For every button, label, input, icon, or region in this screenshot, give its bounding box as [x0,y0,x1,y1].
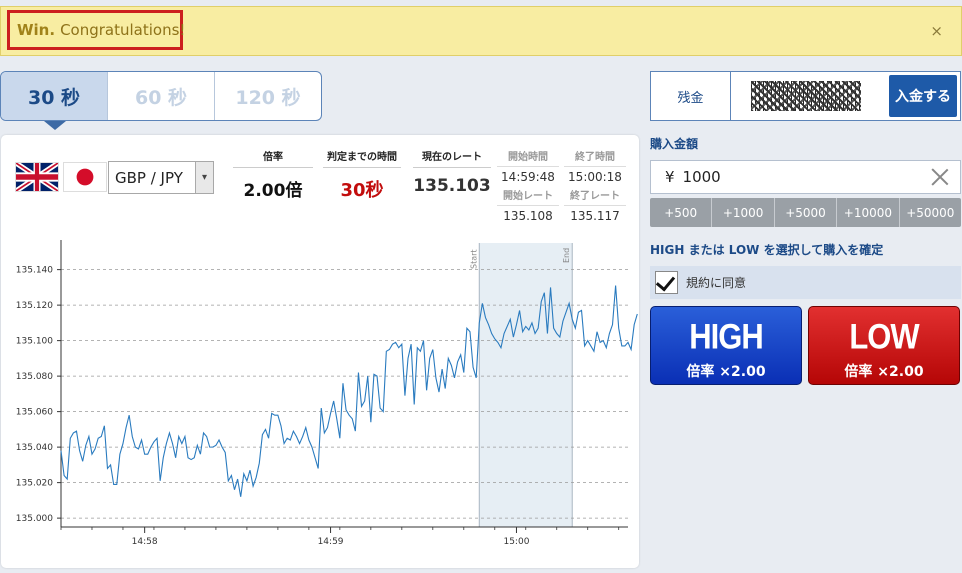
time-left-label: 判定までの時間 [323,148,401,168]
japan-flag-icon [63,162,107,192]
end-time-label: 終了時間 [564,148,626,167]
currency-flags [15,162,107,192]
low-button[interactable]: LOW 倍率 ×2.00 [808,306,960,385]
x-tick-label: 14:58 [132,537,158,547]
balance-value-obscured [751,81,861,111]
chevron-down-icon: ▾ [195,162,213,193]
purchase-amount-value[interactable]: 1000 [683,168,721,186]
agree-row: 規約に同意 [650,266,961,299]
tab-120-seconds[interactable]: 120 秒 [215,72,321,120]
start-time-value: 14:59:48 [501,170,555,184]
win-message-box: Win. Congratulations! [7,10,186,50]
currency-pair-select[interactable]: GBP / JPY ▾ [108,161,214,194]
y-tick-label: 135.040 [16,443,53,453]
deposit-button[interactable]: 入金する [889,75,957,117]
quick-amount-button[interactable]: +5000 [775,198,838,227]
payout-label: 倍率 [233,148,313,168]
confirm-instruction: HIGH または LOW を選択して購入を確定 [650,243,884,257]
current-rate-label: 現在のレート [413,148,491,168]
tab-30-seconds[interactable]: 30 秒 [1,72,108,120]
end-rate-value: 135.117 [564,205,626,223]
y-tick-label: 135.080 [16,372,53,382]
y-tick-label: 135.120 [16,301,53,311]
quick-amount-button[interactable]: +10000 [837,198,900,227]
y-tick-label: 135.100 [16,337,53,347]
chart-card: GBP / JPY ▾ 倍率 2.00倍 判定までの時間 30秒 現在のレート … [1,135,639,568]
start-time-stat: 開始時間 14:59:48 [497,148,559,184]
time-left-stat: 判定までの時間 30秒 [323,148,401,202]
payout-value: 2.00倍 [243,181,303,201]
tab-60-seconds[interactable]: 60 秒 [108,72,215,120]
end-rate-stat: 終了レート 135.117 [564,187,626,223]
win-banner: Win. Congratulations! × [0,6,962,56]
currency-symbol: ¥ [665,168,675,186]
start-time-label: 開始時間 [497,148,559,167]
agree-checkbox[interactable] [655,271,678,294]
y-tick-label: 135.140 [16,266,53,276]
quick-amount-buttons: +500 +1000 +5000 +10000 +50000 [650,198,961,227]
x-tick-label: 15:00 [503,537,529,547]
balance-box: 残金 入金する [650,71,961,121]
uk-flag-icon [15,162,59,192]
win-label: Win. [17,21,56,39]
quick-amount-button[interactable]: +500 [650,198,713,227]
y-tick-label: 135.060 [16,408,53,418]
time-left-value: 30秒 [340,180,384,201]
currency-pair-value: GBP / JPY [115,168,183,187]
end-time-stat: 終了時間 15:00:18 [564,148,626,184]
win-message: Congratulations! [60,21,186,39]
high-button-rate: 倍率 ×2.00 [686,364,766,380]
active-tab-pointer [44,121,66,130]
purchase-amount-title: 購入金額 [650,137,699,151]
quick-amount-button[interactable]: +50000 [900,198,961,227]
window-end-label: End [562,248,571,263]
purchase-amount-field[interactable]: ¥ 1000 [650,160,961,194]
current-rate-value: 135.103 [413,176,491,196]
end-rate-label: 終了レート [570,191,620,202]
agree-label: 規約に同意 [686,276,747,290]
high-button[interactable]: HIGH 倍率 ×2.00 [650,306,802,385]
quick-amount-button[interactable]: +1000 [712,198,775,227]
y-tick-label: 135.000 [16,514,53,524]
low-button-label: LOW [849,316,919,357]
high-button-label: HIGH [689,316,764,357]
low-button-rate: 倍率 ×2.00 [844,364,924,380]
price-chart: Start End 135.000 135.020 135.040 135.060 135.… [16,240,638,547]
payout-stat: 倍率 2.00倍 [233,148,313,201]
current-rate-stat: 現在のレート 135.103 [413,148,491,196]
duration-tabs: 30 秒 60 秒 120 秒 [0,71,322,121]
balance-label: 残金 [651,72,731,120]
start-rate-stat: 開始レート 135.108 [497,187,559,223]
y-tick-label: 135.020 [16,479,53,489]
start-rate-value: 135.108 [497,205,559,223]
judgement-window [479,243,573,527]
x-tick-label: 14:59 [318,537,344,547]
clear-icon[interactable] [930,167,950,187]
end-time-value: 15:00:18 [568,170,622,184]
start-rate-label: 開始レート [503,191,553,202]
window-start-label: Start [469,249,478,269]
close-icon[interactable]: × [930,21,943,41]
